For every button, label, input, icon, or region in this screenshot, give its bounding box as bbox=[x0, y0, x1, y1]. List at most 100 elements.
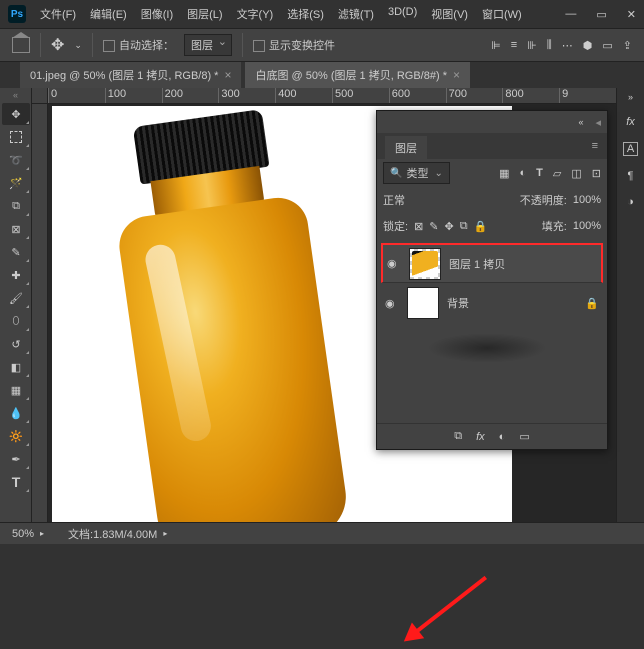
filter-type-icon[interactable]: T bbox=[536, 167, 543, 180]
eraser-tool-icon[interactable]: ◧ bbox=[2, 356, 30, 378]
paragraph-panel-icon[interactable]: ¶ bbox=[628, 170, 634, 182]
menu-edit[interactable]: 编辑(E) bbox=[90, 6, 127, 22]
collapse-icon[interactable]: « bbox=[578, 117, 583, 127]
pen-tool-icon[interactable]: ✒ bbox=[2, 448, 30, 470]
ruler-mark: 600 bbox=[389, 88, 446, 103]
menu-image[interactable]: 图像(I) bbox=[141, 6, 173, 22]
ruler-corner bbox=[32, 88, 48, 104]
share-icon[interactable]: ⇪ bbox=[623, 39, 632, 52]
document-tab[interactable]: 白底图 @ 50% (图层 1 拷贝, RGB/8#) * × bbox=[245, 62, 470, 88]
layer-name[interactable]: 背景 bbox=[447, 295, 469, 311]
collapse-icon[interactable]: « bbox=[2, 90, 29, 102]
link-layers-icon[interactable]: ⧉ bbox=[454, 430, 462, 443]
vertical-ruler[interactable] bbox=[32, 104, 48, 522]
menu-view[interactable]: 视图(V) bbox=[431, 6, 468, 22]
tab-close-icon[interactable]: × bbox=[224, 68, 231, 82]
app-logo-icon: Ps bbox=[8, 5, 26, 23]
layer-thumbnail[interactable] bbox=[407, 287, 439, 319]
layers-panel-footer: ⧉ fx ◐ ▭ bbox=[377, 423, 607, 449]
show-transform-checkbox[interactable]: 显示变换控件 bbox=[253, 37, 335, 53]
move-tool-icon[interactable]: ✥ bbox=[2, 103, 30, 125]
eyedropper-tool-icon[interactable]: ✎ bbox=[2, 241, 30, 263]
blur-tool-icon[interactable]: 💧 bbox=[2, 402, 30, 424]
close-icon[interactable]: ✕ bbox=[627, 8, 636, 21]
visibility-toggle-icon[interactable]: ◉ bbox=[387, 257, 401, 270]
layers-tab[interactable]: 图层 bbox=[385, 136, 427, 160]
distribute-icon[interactable]: ⫼ bbox=[547, 39, 552, 52]
tab-close-icon[interactable]: × bbox=[453, 68, 460, 82]
ruler-mark: 800 bbox=[502, 88, 559, 103]
menu-select[interactable]: 选择(S) bbox=[287, 6, 324, 22]
fill-input[interactable]: 100% bbox=[573, 220, 601, 232]
chevron-right-icon[interactable]: ▸ bbox=[163, 529, 167, 538]
lasso-tool-icon[interactable]: ➰ bbox=[2, 149, 30, 171]
workspace-icon[interactable]: ▭ bbox=[602, 39, 612, 52]
lock-position-icon[interactable]: ✎ bbox=[429, 220, 438, 233]
marquee-tool-icon[interactable] bbox=[2, 126, 30, 148]
status-bar: 50% ▸ 文档:1.83M/4.00M ▸ bbox=[0, 522, 644, 544]
lock-nest-icon[interactable]: ⧉ bbox=[460, 220, 468, 233]
filter-label: 类型 bbox=[406, 165, 428, 181]
lock-all-icon[interactable]: 🔒 bbox=[474, 220, 488, 233]
expand-icon[interactable]: » bbox=[628, 92, 633, 102]
shadow-decoration bbox=[427, 333, 547, 363]
auto-select-checkbox[interactable]: 自动选择： bbox=[103, 37, 174, 53]
lock-pixels-icon[interactable]: ⊠ bbox=[414, 220, 423, 233]
layer-name[interactable]: 图层 1 拷贝 bbox=[449, 256, 505, 272]
3d-mode-icon[interactable]: ⬢ bbox=[583, 39, 593, 52]
document-tab[interactable]: 01.jpeg @ 50% (图层 1 拷贝, RGB/8) * × bbox=[20, 62, 241, 88]
menu-filter[interactable]: 滤镜(T) bbox=[338, 6, 374, 22]
close-panel-icon[interactable]: ◂ bbox=[595, 116, 601, 129]
dodge-tool-icon[interactable]: 🔆 bbox=[2, 425, 30, 447]
layer-mask-icon[interactable]: ◐ bbox=[499, 431, 506, 443]
chevron-down-icon[interactable]: ⌄ bbox=[74, 40, 82, 51]
menu-3d[interactable]: 3D(D) bbox=[388, 6, 417, 22]
filter-shape-icon[interactable]: ▱ bbox=[553, 167, 561, 180]
filter-smart-icon[interactable]: ◫ bbox=[571, 167, 581, 180]
brush-tool-icon[interactable]: 🖌 bbox=[2, 287, 30, 309]
gradient-tool-icon[interactable]: ▦ bbox=[2, 379, 30, 401]
new-group-icon[interactable]: ▭ bbox=[519, 430, 529, 443]
lock-artboard-icon[interactable]: ✥ bbox=[445, 220, 454, 233]
filter-toggle-icon[interactable]: ⊡ bbox=[592, 167, 601, 180]
visibility-toggle-icon[interactable]: ◉ bbox=[385, 297, 399, 310]
frame-tool-icon[interactable]: ⊠ bbox=[2, 218, 30, 240]
chevron-right-icon[interactable]: ▸ bbox=[40, 529, 44, 538]
panel-menu-icon[interactable]: ≡ bbox=[592, 140, 599, 152]
options-icon[interactable]: ⋯ bbox=[562, 39, 573, 52]
maximize-icon[interactable]: ▭ bbox=[596, 8, 606, 21]
menu-layer[interactable]: 图层(L) bbox=[187, 6, 222, 22]
layer-fx-icon[interactable]: fx bbox=[476, 431, 485, 443]
swatches-panel-icon[interactable]: ◑ bbox=[627, 196, 634, 208]
menu-window[interactable]: 窗口(W) bbox=[482, 6, 522, 22]
opacity-input[interactable]: 100% bbox=[573, 194, 601, 206]
right-panel-strip: » fx A ¶ ◑ bbox=[616, 88, 644, 522]
crop-tool-icon[interactable]: ⧉ bbox=[2, 195, 30, 217]
home-icon[interactable] bbox=[12, 37, 30, 53]
align-icon[interactable]: ⊪ bbox=[527, 39, 537, 52]
minimize-icon[interactable]: — bbox=[565, 8, 576, 21]
blend-mode-dropdown[interactable]: 正常 bbox=[383, 192, 459, 208]
zoom-level[interactable]: 50% bbox=[12, 528, 34, 540]
move-tool-icon[interactable]: ✥ bbox=[51, 35, 64, 55]
doc-info[interactable]: 文档:1.83M/4.00M bbox=[68, 526, 157, 542]
horizontal-ruler[interactable]: 0 100 200 300 400 500 600 700 800 9 bbox=[48, 88, 616, 104]
filter-adjust-icon[interactable]: ◐ bbox=[520, 167, 527, 180]
stamp-tool-icon[interactable]: ⬯ bbox=[2, 310, 30, 332]
auto-select-target-dropdown[interactable]: 图层 bbox=[184, 34, 232, 56]
menu-file[interactable]: 文件(F) bbox=[40, 6, 76, 22]
glyphs-panel-icon[interactable]: A bbox=[623, 142, 638, 156]
menu-type[interactable]: 文字(Y) bbox=[237, 6, 274, 22]
healing-tool-icon[interactable]: ✚ bbox=[2, 264, 30, 286]
layer-thumbnail[interactable] bbox=[409, 248, 441, 280]
layer-row[interactable]: ◉ 图层 1 拷贝 bbox=[381, 243, 603, 283]
quick-select-tool-icon[interactable]: 🪄 bbox=[2, 172, 30, 194]
filter-pixel-icon[interactable]: ▦ bbox=[499, 167, 509, 180]
align-icon[interactable]: ≡ bbox=[511, 39, 517, 52]
type-tool-icon[interactable]: T bbox=[2, 471, 30, 493]
align-icon[interactable]: ⊫ bbox=[491, 39, 501, 52]
layer-row[interactable]: ◉ 背景 🔒 bbox=[381, 283, 603, 323]
layer-filter-dropdown[interactable]: 🔍 类型 bbox=[383, 162, 450, 184]
fx-panel-icon[interactable]: fx bbox=[626, 116, 635, 128]
history-brush-tool-icon[interactable]: ↺ bbox=[2, 333, 30, 355]
